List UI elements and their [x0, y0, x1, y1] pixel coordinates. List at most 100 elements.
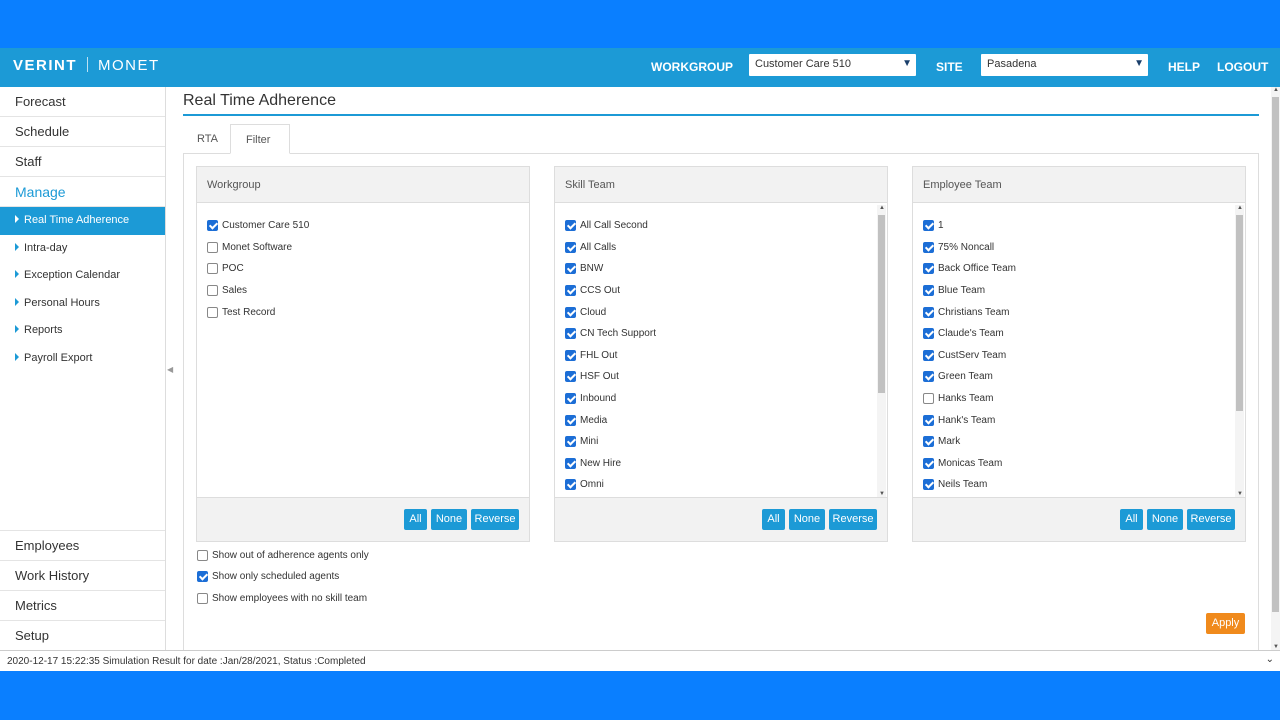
option-only-scheduled[interactable]: Show only scheduled agents: [197, 571, 339, 582]
logout-link[interactable]: LOGOUT: [1217, 60, 1268, 74]
checkbox[interactable]: [565, 263, 576, 275]
list-item[interactable]: Mini: [555, 431, 887, 453]
list-item[interactable]: Claude's Team: [913, 323, 1245, 345]
checkbox[interactable]: [207, 241, 218, 253]
employee-team-scrollbar[interactable]: ▲ ▼: [1235, 205, 1244, 497]
sidebar-sub-intra-day[interactable]: Intra-day: [0, 235, 165, 263]
checkbox[interactable]: [923, 349, 934, 361]
checkbox[interactable]: [923, 414, 934, 426]
checkbox[interactable]: [923, 371, 934, 383]
sidebar-item-manage[interactable]: Manage: [0, 177, 165, 207]
list-item[interactable]: Omni: [555, 474, 887, 496]
list-item[interactable]: BNW: [555, 258, 887, 280]
reverse-selection-button[interactable]: Reverse: [471, 509, 519, 530]
checkbox[interactable]: [565, 285, 576, 297]
list-item[interactable]: Blue Team: [913, 280, 1245, 302]
select-all-button[interactable]: All: [762, 509, 785, 530]
sidebar-item-setup[interactable]: Setup: [0, 620, 165, 650]
sidebar-sub-real-time-adherence[interactable]: Real Time Adherence: [0, 207, 165, 235]
list-item[interactable]: Back Office Team: [913, 258, 1245, 280]
list-item[interactable]: 75% Noncall: [913, 237, 1245, 259]
checkbox[interactable]: [565, 328, 576, 340]
sidebar-item-forecast[interactable]: Forecast: [0, 87, 165, 117]
checkbox[interactable]: [565, 306, 576, 318]
list-item[interactable]: POC: [197, 258, 529, 280]
sidebar-sub-payroll-export[interactable]: Payroll Export: [0, 345, 165, 373]
reverse-selection-button[interactable]: Reverse: [1187, 509, 1235, 530]
list-item[interactable]: CN Tech Support: [555, 323, 887, 345]
sidebar-item-work-history[interactable]: Work History: [0, 560, 165, 590]
list-item[interactable]: 1: [913, 215, 1245, 237]
select-none-button[interactable]: None: [789, 509, 825, 530]
page-scrollbar[interactable]: ▲ ▼: [1271, 87, 1280, 650]
checkbox[interactable]: [207, 285, 218, 297]
checkbox[interactable]: [565, 457, 576, 469]
checkbox[interactable]: [197, 550, 208, 561]
checkbox[interactable]: [923, 306, 934, 318]
sidebar-item-metrics[interactable]: Metrics: [0, 590, 165, 620]
checkbox[interactable]: [565, 349, 576, 361]
apply-button[interactable]: Apply: [1206, 613, 1245, 634]
list-item[interactable]: Test Record: [197, 301, 529, 323]
help-link[interactable]: HELP: [1168, 60, 1200, 74]
list-item[interactable]: CCS Out: [555, 280, 887, 302]
checkbox[interactable]: [565, 241, 576, 253]
scroll-up-icon[interactable]: ▲: [879, 205, 885, 211]
sidebar-sub-exception-calendar[interactable]: Exception Calendar: [0, 262, 165, 290]
chevron-down-icon[interactable]: ⌄: [1266, 654, 1274, 665]
list-item[interactable]: Customer Care 510: [197, 215, 529, 237]
scroll-up-icon[interactable]: ▲: [1273, 87, 1279, 93]
sidebar-collapse-icon[interactable]: ◀: [167, 365, 173, 374]
checkbox[interactable]: [565, 414, 576, 426]
skill-team-scrollbar[interactable]: ▲ ▼: [877, 205, 886, 497]
list-item[interactable]: Sales: [197, 280, 529, 302]
checkbox[interactable]: [207, 263, 218, 275]
list-item[interactable]: Christians Team: [913, 301, 1245, 323]
sidebar-item-schedule[interactable]: Schedule: [0, 117, 165, 147]
checkbox[interactable]: [923, 220, 934, 232]
list-item[interactable]: FHL Out: [555, 345, 887, 367]
checkbox[interactable]: [923, 436, 934, 448]
workgroup-select[interactable]: Customer Care 510 ▼: [749, 54, 916, 76]
checkbox[interactable]: [923, 241, 934, 253]
option-no-skill-team[interactable]: Show employees with no skill team: [197, 593, 367, 604]
list-item[interactable]: HSF Out: [555, 366, 887, 388]
select-all-button[interactable]: All: [404, 509, 427, 530]
checkbox[interactable]: [565, 436, 576, 448]
sidebar-item-employees[interactable]: Employees: [0, 530, 165, 560]
list-item[interactable]: Hank's Team: [913, 409, 1245, 431]
site-select[interactable]: Pasadena ▼: [981, 54, 1148, 76]
list-item[interactable]: CustServ Team: [913, 345, 1245, 367]
checkbox[interactable]: [923, 457, 934, 469]
list-item[interactable]: Mark: [913, 431, 1245, 453]
checkbox[interactable]: [565, 479, 576, 491]
checkbox[interactable]: [923, 263, 934, 275]
checkbox[interactable]: [923, 328, 934, 340]
list-item[interactable]: Neils Team: [913, 474, 1245, 496]
list-item[interactable]: Media: [555, 409, 887, 431]
tab-filter[interactable]: Filter: [230, 124, 290, 154]
checkbox[interactable]: [565, 393, 576, 405]
list-item[interactable]: Hanks Team: [913, 388, 1245, 410]
sidebar-item-staff[interactable]: Staff: [0, 147, 165, 177]
list-item[interactable]: Monet Software: [197, 237, 529, 259]
list-item[interactable]: Cloud: [555, 301, 887, 323]
option-out-of-adherence[interactable]: Show out of adherence agents only: [197, 550, 369, 561]
list-item[interactable]: Green Team: [913, 366, 1245, 388]
scrollbar-thumb[interactable]: [1236, 215, 1243, 411]
checkbox[interactable]: [207, 306, 218, 318]
list-item[interactable]: All Calls: [555, 237, 887, 259]
checkbox[interactable]: [923, 285, 934, 297]
select-all-button[interactable]: All: [1120, 509, 1143, 530]
list-item[interactable]: Inbound: [555, 388, 887, 410]
sidebar-sub-personal-hours[interactable]: Personal Hours: [0, 290, 165, 318]
checkbox[interactable]: [197, 593, 208, 604]
scrollbar-thumb[interactable]: [878, 215, 885, 393]
list-item[interactable]: All Call Second: [555, 215, 887, 237]
checkbox[interactable]: [923, 479, 934, 491]
tab-rta[interactable]: RTA: [197, 124, 218, 154]
scroll-up-icon[interactable]: ▲: [1237, 205, 1243, 211]
checkbox[interactable]: [565, 220, 576, 232]
checkbox[interactable]: [923, 393, 934, 405]
list-item[interactable]: New Hire: [555, 453, 887, 475]
